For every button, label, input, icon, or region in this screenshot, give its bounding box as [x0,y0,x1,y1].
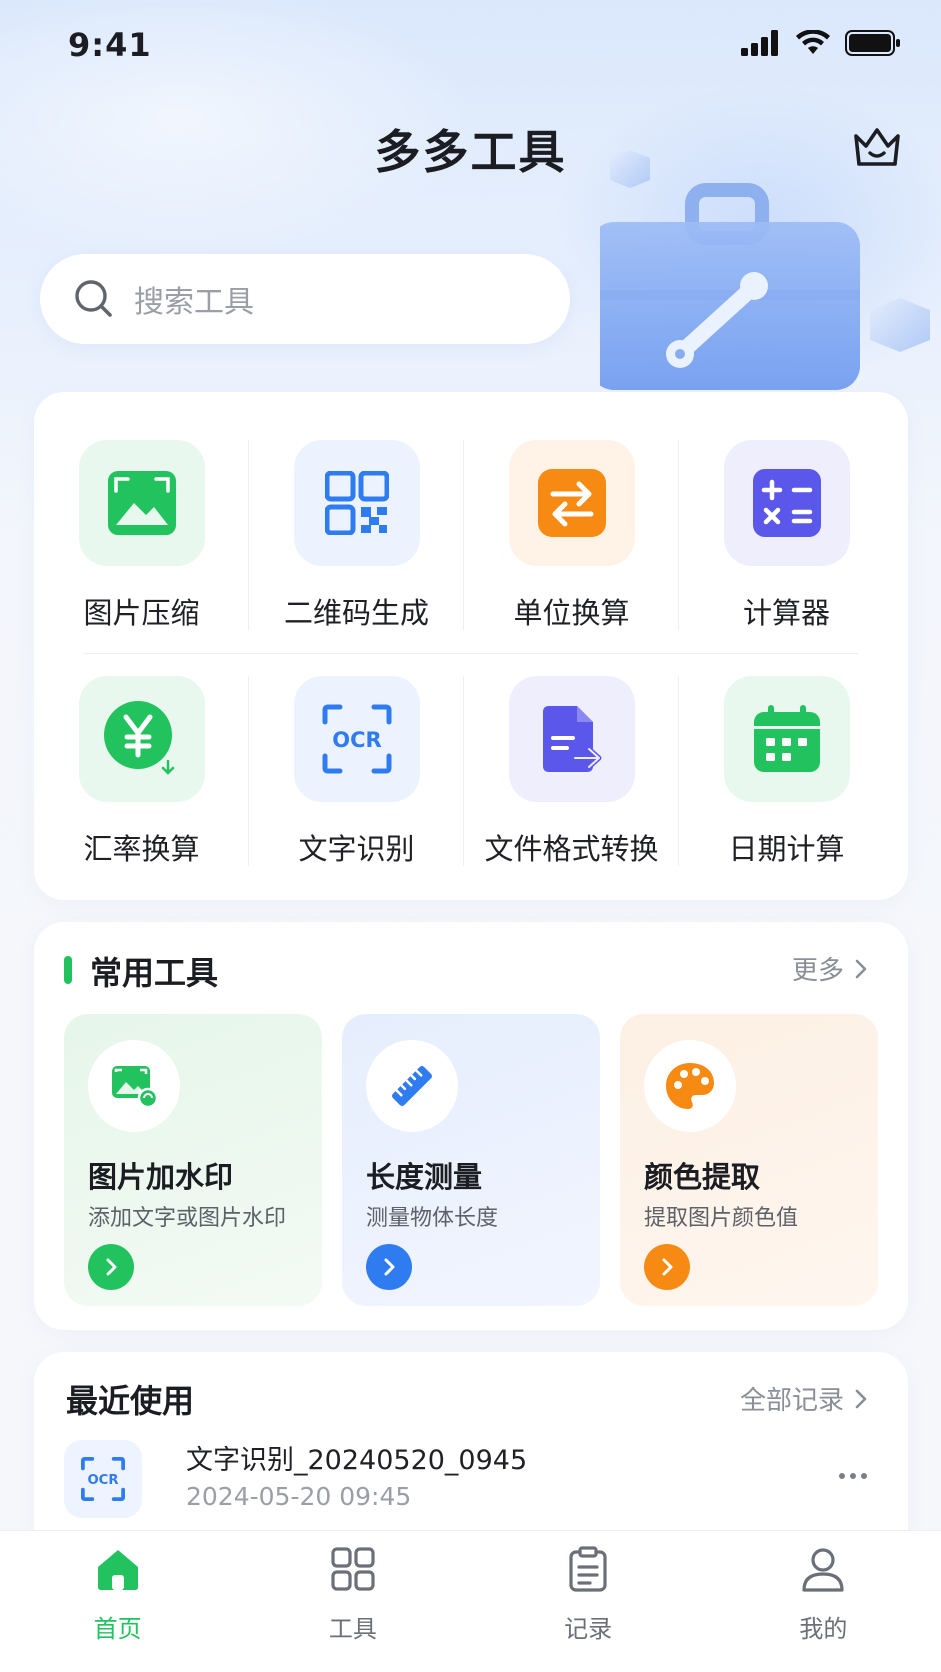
chevron-right-icon [106,1258,117,1276]
common-tools-card: 常用工具 更多 图片加水印 添加文字或图片水印 长度测量 测量物体长度 颜色提取… [34,922,908,1330]
tool-ocr[interactable]: OCR 文字识别 [249,676,464,886]
tool-label: 汇率换算 [83,832,200,866]
dot-icon [850,1473,856,1479]
record-name: 文字识别_20240520_0945 [186,1445,528,1476]
calculator-icon [723,440,850,566]
go-button[interactable] [366,1244,412,1290]
tool-calculator[interactable]: 计算器 [679,440,894,650]
tool-qr-code[interactable]: 二维码生成 [249,440,464,650]
search-input[interactable]: 搜索工具 [40,254,570,344]
tool-currency-exchange[interactable]: 汇率换算 [34,676,249,886]
tool-grid-row: 图片压缩 二维码生成 单位换算 计算器 [34,440,908,650]
feature-card-watermark[interactable]: 图片加水印 添加文字或图片水印 [64,1014,322,1306]
section-accent-bar [64,956,72,984]
search-icon [75,280,112,317]
image-compress-icon [78,440,205,566]
currency-yen-icon [78,676,205,802]
tool-grid-card: 图片压缩 二维码生成 单位换算 计算器 汇率换算 OCR 文字识别 文件格式转换… [34,392,908,900]
tab-label: 工具 [328,1615,377,1643]
tab-home[interactable]: 首页 [0,1531,235,1672]
tool-label: 图片压缩 [83,596,200,630]
tool-label: 日期计算 [728,832,845,866]
status-icons [741,30,901,56]
tab-records[interactable]: 记录 [471,1531,706,1672]
go-button[interactable] [88,1244,134,1290]
feature-title: 长度测量 [366,1160,483,1194]
calendar-icon [723,676,850,802]
ruler-icon [366,1040,458,1132]
record-time: 2024-05-20 09:45 [186,1482,412,1511]
feature-desc: 提取图片颜色值 [644,1206,799,1231]
qr-code-icon [293,440,420,566]
image-watermark-icon [88,1040,180,1132]
all-records-label: 全部记录 [739,1386,844,1416]
feature-card-length[interactable]: 长度测量 测量物体长度 [342,1014,600,1306]
user-icon [802,1548,844,1592]
section-title: 常用工具 [90,954,219,992]
more-label: 更多 [791,956,844,986]
tab-tools[interactable]: 工具 [235,1531,470,1672]
ocr-icon: OCR [293,676,420,802]
status-time: 9:41 [68,26,152,64]
home-icon [97,1550,138,1590]
chevron-right-icon [855,959,867,978]
feature-card-color[interactable]: 颜色提取 提取图片颜色值 [620,1014,878,1306]
signal-icon [741,30,778,56]
chevron-right-icon [384,1258,395,1276]
tab-profile[interactable]: 我的 [706,1531,941,1672]
more-options-button[interactable] [828,1458,878,1494]
tool-label: 文字识别 [298,832,415,866]
ocr-icon-text: OCR [87,1473,118,1488]
tab-bar: 首页 工具 记录 我的 [0,1530,941,1672]
tool-file-convert[interactable]: 文件格式转换 [464,676,679,886]
toolbox-illustration [600,150,930,390]
file-convert-icon [508,676,635,802]
divider [84,653,858,654]
go-button[interactable] [644,1244,690,1290]
tab-label: 我的 [799,1615,848,1643]
dot-icon [839,1473,845,1479]
feature-desc: 测量物体长度 [366,1206,499,1231]
more-link[interactable]: 更多 [792,950,868,987]
ocr-icon-text: OCR [332,728,381,752]
tool-grid-row: 汇率换算 OCR 文字识别 文件格式转换 日期计算 [34,676,908,886]
feature-title: 图片加水印 [88,1160,234,1194]
tool-label: 计算器 [742,596,830,630]
tool-date-calc[interactable]: 日期计算 [679,676,894,886]
tab-label: 首页 [93,1615,142,1643]
grid-icon [331,1547,375,1591]
search-placeholder: 搜索工具 [134,285,254,320]
tool-image-compress[interactable]: 图片压缩 [34,440,249,650]
clipboard-icon [569,1546,607,1592]
tab-label: 记录 [564,1615,613,1643]
ocr-icon: OCR [64,1440,142,1518]
wifi-icon [796,30,830,54]
chevron-right-icon [662,1258,673,1276]
chevron-right-icon [855,1389,867,1408]
all-records-link[interactable]: 全部记录 [740,1380,868,1417]
feature-title: 颜色提取 [644,1160,761,1194]
unit-convert-icon [508,440,635,566]
list-item[interactable]: OCR 文字识别_20240520_0945 2024-05-20 09:45 [64,1438,878,1528]
section-title: 最近使用 [66,1382,195,1420]
dot-icon [861,1473,867,1479]
status-bar: 9:41 [0,0,941,92]
feature-desc: 添加文字或图片水印 [88,1206,287,1231]
tool-label: 二维码生成 [283,596,429,630]
palette-icon [644,1040,736,1132]
battery-icon [845,30,900,56]
tool-label: 文件格式转换 [484,832,659,866]
tool-label: 单位换算 [513,596,630,630]
tool-unit-convert[interactable]: 单位换算 [464,440,679,650]
